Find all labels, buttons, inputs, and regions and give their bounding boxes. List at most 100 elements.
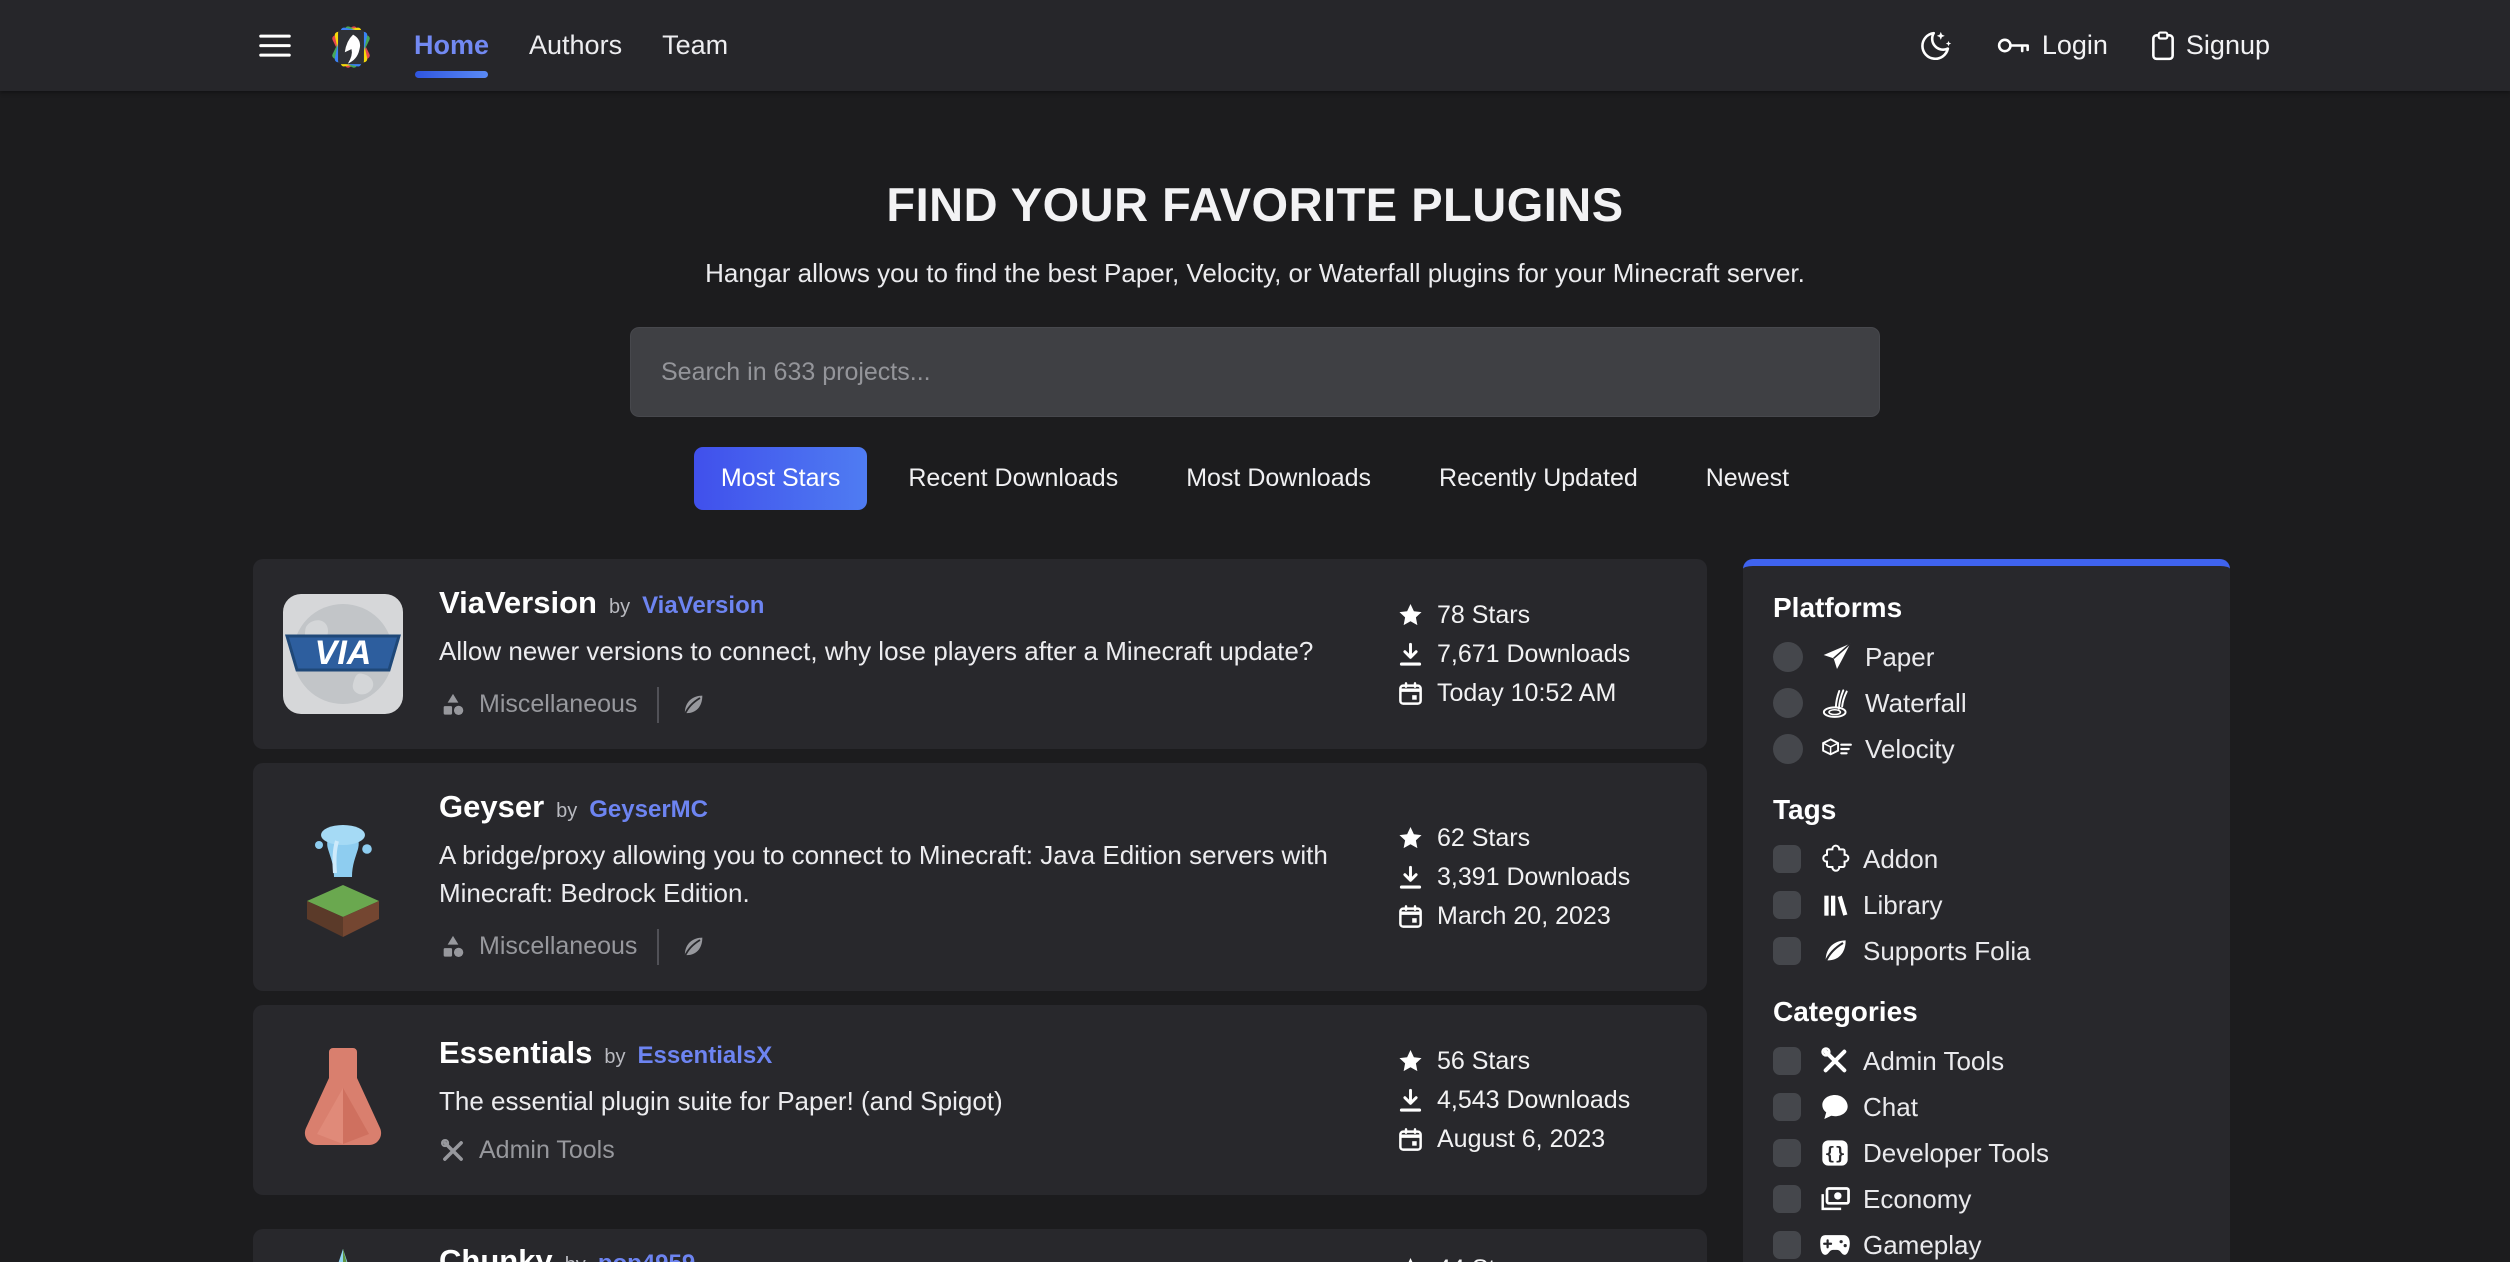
nav-link-team[interactable]: Team: [662, 30, 728, 61]
download-icon: [1397, 864, 1424, 891]
economy-checkbox[interactable]: [1773, 1185, 1801, 1213]
star-icon: [1397, 825, 1424, 852]
hamburger-icon: [256, 29, 294, 62]
navbar-right: Login Signup: [1917, 28, 2270, 64]
category-filter-admin-tools[interactable]: Admin Tools: [1773, 1044, 2200, 1078]
updated-date: Today 10:52 AM: [1437, 679, 1616, 708]
miscellaneous-category-icon: [439, 691, 467, 719]
downloads-count: 4,543 Downloads: [1437, 1086, 1630, 1115]
project-card-viaversion[interactable]: VIA ViaVersion by ViaVersion Allow newer…: [253, 559, 1707, 749]
category-filter-chat[interactable]: Chat: [1773, 1090, 2200, 1124]
page-title: FIND YOUR FAVORITE PLUGINS: [0, 177, 2510, 232]
signup-label: Signup: [2186, 30, 2270, 61]
category-label: Admin Tools: [1863, 1046, 2004, 1077]
login-label: Login: [2042, 30, 2108, 61]
nav-link-home-label: Home: [414, 30, 489, 60]
gameplay-checkbox[interactable]: [1773, 1231, 1801, 1259]
plugin-description: Allow newer versions to connect, why los…: [439, 633, 1379, 671]
gamepad-icon: [1819, 1229, 1851, 1261]
tag-filter-supports-folia[interactable]: Supports Folia: [1773, 934, 2200, 968]
nav-link-authors[interactable]: Authors: [529, 30, 622, 61]
plugin-description: The essential plugin suite for Paper! (a…: [439, 1083, 1379, 1121]
star-icon: [1397, 1048, 1424, 1075]
hangar-logo[interactable]: [322, 17, 380, 75]
library-books-icon: [1819, 889, 1851, 921]
by-label: by: [609, 596, 630, 619]
stars-count: 56 Stars: [1437, 1047, 1530, 1076]
active-tab-underline: [415, 71, 488, 78]
platform-filter-velocity[interactable]: Velocity: [1773, 732, 2200, 766]
platform-filter-paper[interactable]: Paper: [1773, 640, 2200, 674]
plugin-name: Chunky: [439, 1243, 553, 1262]
sort-tab-recent-downloads[interactable]: Recent Downloads: [881, 447, 1145, 510]
plugin-name: Geyser: [439, 789, 544, 825]
developer-tools-checkbox[interactable]: [1773, 1139, 1801, 1167]
tag-filter-addon[interactable]: Addon: [1773, 842, 2200, 876]
search-input[interactable]: [630, 327, 1880, 417]
viaversion-plugin-icon: VIA: [283, 594, 403, 714]
category-filter-economy[interactable]: Economy: [1773, 1182, 2200, 1216]
category-label: Miscellaneous: [479, 690, 637, 719]
svg-text:{}: {}: [1825, 1144, 1846, 1164]
divider: [657, 929, 659, 965]
tag-label: Library: [1863, 890, 1942, 921]
tag-label: Supports Folia: [1863, 936, 2031, 967]
hamburger-menu-button[interactable]: [256, 29, 294, 63]
stars-count: 44 Stars: [1437, 1255, 1530, 1262]
category-label: Miscellaneous: [479, 932, 637, 961]
chat-checkbox[interactable]: [1773, 1093, 1801, 1121]
category-label: Developer Tools: [1863, 1138, 2049, 1169]
chat-bubble-icon: [1819, 1091, 1851, 1123]
page-subtitle: Hangar allows you to find the best Paper…: [0, 258, 2510, 289]
nav-link-home[interactable]: Home: [414, 30, 489, 61]
miscellaneous-category-icon: [439, 933, 467, 961]
sort-tab-most-stars[interactable]: Most Stars: [694, 447, 867, 510]
plugin-name: ViaVersion: [439, 585, 597, 621]
hangar-logo-icon: [322, 17, 380, 75]
economy-banknote-icon: [1819, 1183, 1851, 1215]
puzzle-icon: [1819, 843, 1851, 875]
platforms-heading: Platforms: [1773, 592, 2200, 624]
category-label: Admin Tools: [479, 1136, 615, 1165]
velocity-radio[interactable]: [1773, 734, 1803, 764]
author-link[interactable]: pop4959: [598, 1250, 695, 1262]
plugin-description: A bridge/proxy allowing you to connect t…: [439, 837, 1379, 912]
author-link[interactable]: EssentialsX: [638, 1042, 773, 1070]
star-icon: [1397, 1256, 1424, 1262]
library-checkbox[interactable]: [1773, 891, 1801, 919]
tag-filter-library[interactable]: Library: [1773, 888, 2200, 922]
supports-folia-checkbox[interactable]: [1773, 937, 1801, 965]
dark-mode-toggle[interactable]: [1917, 28, 1953, 64]
admin-tools-checkbox[interactable]: [1773, 1047, 1801, 1075]
sort-tab-recently-updated[interactable]: Recently Updated: [1412, 447, 1665, 510]
by-label: by: [556, 800, 577, 823]
essentials-plugin-icon: [283, 1040, 403, 1160]
project-card-chunky[interactable]: Chunky by pop4959 44 Stars: [253, 1229, 1707, 1262]
sort-tab-most-downloads[interactable]: Most Downloads: [1159, 447, 1398, 510]
calendar-icon: [1397, 680, 1424, 707]
project-card-geyser[interactable]: Geyser by GeyserMC A bridge/proxy allowi…: [253, 763, 1707, 991]
addon-checkbox[interactable]: [1773, 845, 1801, 873]
category-filter-gameplay[interactable]: Gameplay: [1773, 1228, 2200, 1262]
paper-radio[interactable]: [1773, 642, 1803, 672]
author-link[interactable]: ViaVersion: [642, 592, 764, 620]
sort-tab-newest[interactable]: Newest: [1679, 447, 1816, 510]
platform-label: Paper: [1865, 642, 1934, 673]
download-icon: [1397, 641, 1424, 668]
signup-button[interactable]: Signup: [2150, 30, 2270, 61]
stars-count: 62 Stars: [1437, 824, 1530, 853]
waterfall-radio[interactable]: [1773, 688, 1803, 718]
folia-leaf-icon: [1819, 935, 1851, 967]
stars-count: 78 Stars: [1437, 601, 1530, 630]
category-filter-developer-tools[interactable]: {} Developer Tools: [1773, 1136, 2200, 1170]
category-label: Chat: [1863, 1092, 1918, 1123]
downloads-count: 3,391 Downloads: [1437, 863, 1630, 892]
login-button[interactable]: Login: [1995, 30, 2108, 61]
key-icon: [1995, 32, 2032, 59]
project-card-essentials[interactable]: Essentials by EssentialsX The essential …: [253, 1005, 1707, 1195]
clipboard-icon: [2150, 31, 2176, 61]
platform-filter-waterfall[interactable]: Waterfall: [1773, 686, 2200, 720]
paper-plane-icon: [1821, 641, 1853, 673]
sort-tabs: Most Stars Recent Downloads Most Downloa…: [0, 447, 2510, 510]
author-link[interactable]: GeyserMC: [589, 796, 708, 824]
